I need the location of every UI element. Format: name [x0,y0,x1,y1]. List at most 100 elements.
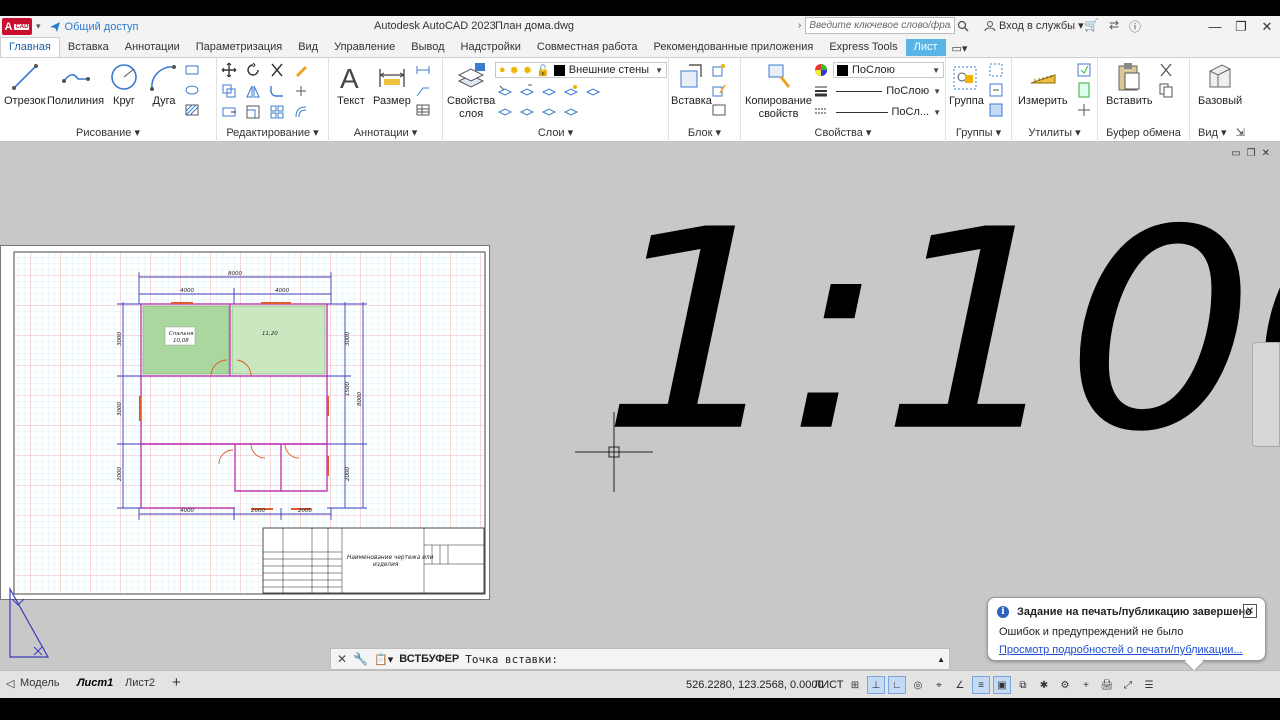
dimension-button[interactable]: Размер [373,61,411,108]
base-view-button[interactable]: Базовый [1198,61,1242,108]
circle-button[interactable]: Круг [108,61,140,108]
panel-layers-label[interactable]: Слои ▾ [443,126,668,139]
add-layout-icon[interactable]: + [172,674,181,691]
ortho-icon[interactable]: ∟ [888,676,906,694]
layer-properties-button[interactable]: Свойства слоя [447,61,495,121]
close-icon[interactable]: ✕ [1243,604,1257,618]
id-point-icon[interactable] [1076,102,1092,118]
layer-tool-9-icon[interactable] [563,103,579,119]
rotate-icon[interactable] [245,62,261,78]
linear-dim-icon[interactable] [415,62,431,78]
tab-home[interactable]: Главная [0,37,60,57]
workspace-gear-icon[interactable]: ⚙ [1056,676,1074,694]
linetype-dropdown[interactable]: ПоСлою ▼ [833,83,944,99]
otrack-icon[interactable]: ∠ [951,676,969,694]
panel-annotation-label[interactable]: Аннотации ▾ [329,126,442,139]
array-icon[interactable] [269,104,285,120]
color-dropdown[interactable]: ПоСлою ▼ [833,62,944,78]
offset-icon[interactable] [293,104,309,120]
stretch-icon[interactable] [221,104,237,120]
measure-button[interactable]: Измерить [1018,61,1068,108]
panel-groups-label[interactable]: Группы ▾ [946,126,1011,139]
insert-block-button[interactable]: Вставка [671,61,712,108]
transparency-icon[interactable]: ▣ [993,676,1011,694]
space-toggle[interactable]: ЛИСТ [814,679,843,691]
group-select-icon[interactable] [988,102,1004,118]
trim-icon[interactable] [269,62,285,78]
group-edit-icon[interactable] [988,82,1004,98]
scale-text[interactable]: 1:100 [600,194,1280,470]
cut-icon[interactable] [1158,62,1174,78]
drawing-area[interactable]: ▭ ❐ ✕ 8000 4000 4000 4000 2000 2000 3000… [0,142,1280,670]
tab-manage[interactable]: Управление [326,38,403,57]
clipboard-icon[interactable]: 📋▾ [374,653,393,666]
arc-button[interactable]: Дуга [148,61,180,108]
panel-clipboard-label[interactable]: Буфер обмена [1098,127,1189,139]
ungroup-icon[interactable] [988,62,1004,78]
chevron-right-icon[interactable]: › [798,20,801,31]
command-line[interactable]: ✕ 🔧 📋▾ ВСТБУФЕР Точка вставки: ▲ [330,648,950,670]
navigation-bar-handle[interactable] [1252,342,1280,447]
selection-cycling-icon[interactable]: ⧉ [1014,676,1032,694]
layer-tool-8-icon[interactable] [541,103,557,119]
explode-icon[interactable] [293,83,309,99]
polyline-button[interactable]: Полилиния [47,61,104,108]
minimize-icon[interactable]: — [1202,16,1228,37]
panel-block-label[interactable]: Блок ▾ [669,126,740,139]
tab-sheet2[interactable]: Лист2 [125,677,155,689]
ellipse-icon[interactable] [184,82,200,98]
rectangle-icon[interactable] [184,62,200,78]
help-icon[interactable]: ⓘ [1129,18,1141,35]
move-icon[interactable] [221,62,237,78]
search-input[interactable] [805,17,956,34]
panel-view-label[interactable]: Вид ▾ ⇲ [1198,126,1280,139]
erase-icon[interactable] [293,62,309,78]
wrench-icon[interactable]: 🔧 [353,652,368,666]
panel-utilities-label[interactable]: Утилиты ▾ [1012,126,1097,139]
layer-tool-3-icon[interactable] [541,83,557,99]
lineweight-icon[interactable] [813,83,829,99]
layer-tool-1-icon[interactable] [497,83,513,99]
create-block-icon[interactable] [711,62,727,78]
tab-insert[interactable]: Вставка [60,38,117,57]
line-button[interactable]: Отрезок [4,61,45,108]
panel-draw-label[interactable]: Рисование ▾ [0,126,216,139]
quick-access-dropdown-icon[interactable]: ▾ [36,21,41,32]
layer-tool-4-icon[interactable] [563,83,579,99]
layer-tool-6-icon[interactable] [497,103,513,119]
layout-sheet[interactable]: 8000 4000 4000 4000 2000 2000 3000 3000 … [0,245,490,600]
layer-tool-7-icon[interactable] [519,103,535,119]
chevron-up-icon[interactable]: ▲ [937,655,945,664]
calculator-icon[interactable] [1076,82,1092,98]
close-icon[interactable]: ✕ [1262,148,1270,159]
layout-prev-icon[interactable]: ◁ [6,677,14,690]
share-button[interactable]: Общий доступ [49,21,138,33]
copy-clip-icon[interactable] [1158,82,1174,98]
group-button[interactable]: Группа [949,61,984,108]
grid-icon[interactable]: ⊞ [846,676,864,694]
customize-menu-icon[interactable]: ☰ [1140,676,1158,694]
lineweight-dropdown[interactable]: ПоСл... ▼ [833,104,944,120]
minimize-icon[interactable]: ▭ [1231,148,1240,159]
autocad-logo[interactable]: A CAD [2,18,32,35]
tab-annotate[interactable]: Аннотации [117,38,188,57]
paste-button[interactable]: Вставить [1106,61,1153,108]
fillet-icon[interactable] [269,83,285,99]
search-icon[interactable] [955,17,971,34]
panel-properties-label[interactable]: Свойства ▾ [741,126,945,139]
ribbon-options-icon[interactable]: ▭▾ [946,40,974,57]
polar-icon[interactable]: ◎ [909,676,927,694]
tab-addins[interactable]: Надстройки [453,38,529,57]
mirror-icon[interactable] [245,83,261,99]
leader-icon[interactable] [415,82,431,98]
scale-icon[interactable] [245,104,261,120]
plus-icon[interactable]: + [1077,676,1095,694]
layer-tool-5-icon[interactable] [585,83,601,99]
close-icon[interactable]: ✕ [1254,16,1280,37]
attribute-icon[interactable] [711,102,727,118]
tab-view[interactable]: Вид [290,38,326,57]
tab-featured-apps[interactable]: Рекомендованные приложения [646,38,822,57]
notification-link[interactable]: Просмотр подробностей о печати/публикаци… [999,644,1243,656]
plot-status-icon[interactable]: 🖨 [1098,676,1116,694]
restore-icon[interactable]: ❐ [1228,16,1254,37]
